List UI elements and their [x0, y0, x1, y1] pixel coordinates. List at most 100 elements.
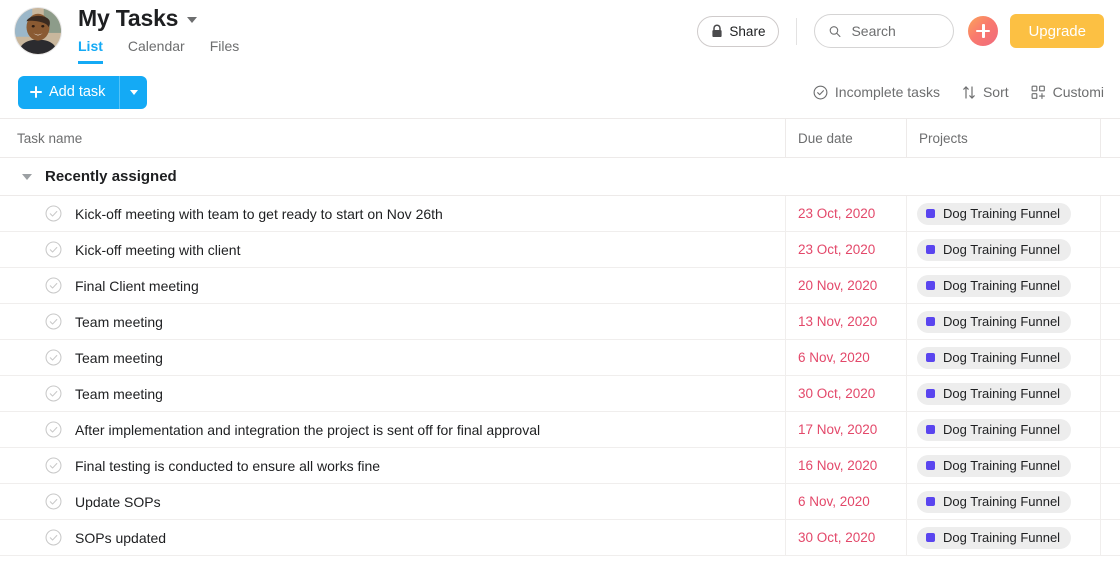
- complete-task-icon[interactable]: [45, 313, 62, 330]
- table-row[interactable]: Update SOPs 6 Nov, 2020 Dog Training Fun…: [0, 484, 1120, 520]
- task-name-cell: Kick-off meeting with team to get ready …: [0, 196, 785, 231]
- complete-task-icon[interactable]: [45, 421, 62, 438]
- add-task-dropdown-button[interactable]: [119, 75, 148, 109]
- project-label: Dog Training Funnel: [943, 458, 1061, 473]
- column-header-task-name[interactable]: Task name: [0, 131, 785, 146]
- due-date-label: 20 Nov, 2020: [798, 278, 878, 293]
- projects-cell[interactable]: Dog Training Funnel: [906, 232, 1100, 267]
- table-row[interactable]: Kick-off meeting with client 23 Oct, 202…: [0, 232, 1120, 268]
- project-pill[interactable]: Dog Training Funnel: [917, 490, 1072, 513]
- add-task-button[interactable]: Add task: [18, 75, 120, 109]
- projects-cell[interactable]: Dog Training Funnel: [906, 448, 1100, 483]
- plus-icon: [30, 86, 42, 98]
- project-pill[interactable]: Dog Training Funnel: [917, 526, 1072, 549]
- chevron-down-icon[interactable]: [187, 17, 198, 23]
- section-header-recently-assigned[interactable]: Recently assigned: [0, 158, 1120, 196]
- upgrade-button[interactable]: Upgrade: [1010, 14, 1104, 48]
- projects-cell[interactable]: Dog Training Funnel: [906, 340, 1100, 375]
- due-date-label: 23 Oct, 2020: [798, 206, 876, 221]
- top-bar-actions: Share Upgrade: [697, 14, 1104, 48]
- table-header-row: Task name Due date Projects: [0, 118, 1120, 158]
- quick-add-button[interactable]: [968, 16, 999, 46]
- complete-task-icon[interactable]: [45, 457, 62, 474]
- projects-cell[interactable]: Dog Training Funnel: [906, 520, 1100, 555]
- column-header-due-date[interactable]: Due date: [785, 118, 906, 158]
- project-label: Dog Training Funnel: [943, 494, 1061, 509]
- projects-cell[interactable]: Dog Training Funnel: [906, 412, 1100, 447]
- project-pill[interactable]: Dog Training Funnel: [917, 454, 1072, 477]
- table-row[interactable]: Final Client meeting 20 Nov, 2020 Dog Tr…: [0, 268, 1120, 304]
- project-pill[interactable]: Dog Training Funnel: [917, 418, 1072, 441]
- project-pill[interactable]: Dog Training Funnel: [917, 274, 1072, 297]
- section-title: Recently assigned: [45, 168, 177, 185]
- customize-button[interactable]: Customi: [1031, 84, 1104, 100]
- due-date-label: 30 Oct, 2020: [798, 386, 876, 401]
- project-pill[interactable]: Dog Training Funnel: [917, 238, 1072, 261]
- due-date-cell[interactable]: 6 Nov, 2020: [785, 484, 906, 519]
- due-date-label: 23 Oct, 2020: [798, 242, 876, 257]
- table-row[interactable]: After implementation and integration the…: [0, 412, 1120, 448]
- share-button[interactable]: Share: [697, 15, 780, 47]
- triangle-down-icon[interactable]: [22, 173, 32, 180]
- task-name-label: Team meeting: [75, 349, 163, 366]
- search-box[interactable]: [814, 14, 955, 48]
- lock-icon: [712, 24, 723, 37]
- table-row[interactable]: Team meeting 13 Nov, 2020 Dog Training F…: [0, 304, 1120, 340]
- complete-task-icon[interactable]: [45, 493, 62, 510]
- complete-task-icon[interactable]: [45, 205, 62, 222]
- project-pill[interactable]: Dog Training Funnel: [917, 202, 1072, 225]
- project-label: Dog Training Funnel: [943, 386, 1061, 401]
- due-date-cell[interactable]: 16 Nov, 2020: [785, 448, 906, 483]
- task-rows: Kick-off meeting with team to get ready …: [0, 196, 1120, 556]
- project-pill[interactable]: Dog Training Funnel: [917, 310, 1072, 333]
- projects-cell[interactable]: Dog Training Funnel: [906, 196, 1100, 231]
- due-date-cell[interactable]: 23 Oct, 2020: [785, 196, 906, 231]
- table-row[interactable]: Team meeting 6 Nov, 2020 Dog Training Fu…: [0, 340, 1120, 376]
- task-name-label: Final testing is conducted to ensure all…: [75, 457, 381, 474]
- sort-button[interactable]: Sort: [962, 84, 1009, 100]
- task-name-label: Kick-off meeting with team to get ready …: [75, 205, 443, 222]
- tab-files[interactable]: Files: [210, 38, 240, 64]
- complete-task-icon[interactable]: [45, 385, 62, 402]
- row-trailing-cell: [1100, 268, 1120, 303]
- projects-cell[interactable]: Dog Training Funnel: [906, 304, 1100, 339]
- action-toolbar: Add task Incomplete tasks Sort Customi: [0, 66, 1120, 118]
- complete-task-icon[interactable]: [45, 349, 62, 366]
- column-header-add-column[interactable]: [1100, 118, 1120, 158]
- project-color-dot: [926, 533, 935, 542]
- project-color-dot: [926, 245, 935, 254]
- due-date-cell[interactable]: 30 Oct, 2020: [785, 376, 906, 411]
- projects-cell[interactable]: Dog Training Funnel: [906, 268, 1100, 303]
- projects-cell[interactable]: Dog Training Funnel: [906, 484, 1100, 519]
- due-date-label: 13 Nov, 2020: [798, 314, 878, 329]
- tab-calendar[interactable]: Calendar: [128, 38, 185, 64]
- complete-task-icon[interactable]: [45, 241, 62, 258]
- project-pill[interactable]: Dog Training Funnel: [917, 346, 1072, 369]
- tab-list[interactable]: List: [78, 38, 103, 64]
- complete-task-icon[interactable]: [45, 277, 62, 294]
- table-row[interactable]: Team meeting 30 Oct, 2020 Dog Training F…: [0, 376, 1120, 412]
- complete-task-icon[interactable]: [45, 529, 62, 546]
- due-date-cell[interactable]: 20 Nov, 2020: [785, 268, 906, 303]
- incomplete-tasks-filter[interactable]: Incomplete tasks: [813, 84, 940, 100]
- incomplete-tasks-label: Incomplete tasks: [834, 84, 940, 100]
- avatar[interactable]: [14, 7, 62, 55]
- due-date-cell[interactable]: 23 Oct, 2020: [785, 232, 906, 267]
- row-trailing-cell: [1100, 376, 1120, 411]
- sort-label: Sort: [982, 84, 1009, 100]
- due-date-cell[interactable]: 13 Nov, 2020: [785, 304, 906, 339]
- project-pill[interactable]: Dog Training Funnel: [917, 382, 1072, 405]
- table-row[interactable]: Final testing is conducted to ensure all…: [0, 448, 1120, 484]
- due-date-cell[interactable]: 30 Oct, 2020: [785, 520, 906, 555]
- table-row[interactable]: Kick-off meeting with team to get ready …: [0, 196, 1120, 232]
- projects-cell[interactable]: Dog Training Funnel: [906, 376, 1100, 411]
- chevron-down-icon: [129, 89, 138, 95]
- sort-arrows-icon: [963, 85, 975, 99]
- row-trailing-cell: [1100, 340, 1120, 375]
- plus-icon: [976, 24, 991, 38]
- due-date-cell[interactable]: 6 Nov, 2020: [785, 340, 906, 375]
- column-header-projects[interactable]: Projects: [906, 118, 1100, 158]
- search-input[interactable]: [851, 23, 940, 39]
- due-date-cell[interactable]: 17 Nov, 2020: [785, 412, 906, 447]
- table-row[interactable]: SOPs updated 30 Oct, 2020 Dog Training F…: [0, 520, 1120, 556]
